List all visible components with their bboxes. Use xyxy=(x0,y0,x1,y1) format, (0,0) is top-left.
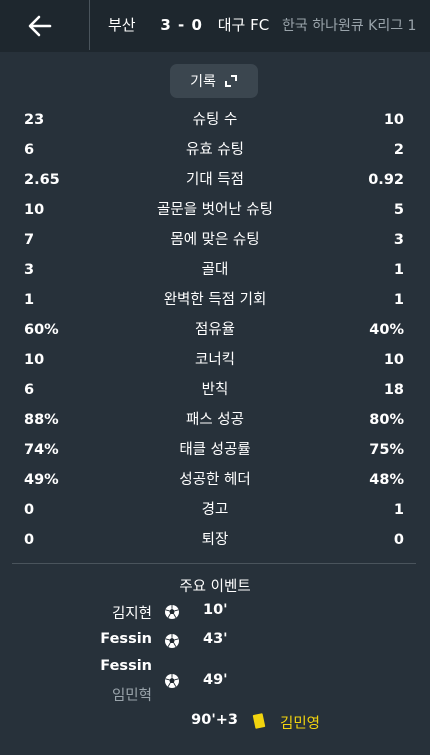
yellow-card-icon xyxy=(252,713,266,729)
goal-minute: 43' xyxy=(203,631,228,647)
stat-row: 23 슈팅 수 10 xyxy=(0,105,430,135)
stat-away-value: 18 xyxy=(383,382,404,398)
goal-minute: 10' xyxy=(203,602,228,618)
league-name: 한국 하나원큐 K리그 1 xyxy=(281,18,417,34)
stat-label: 코너킥 xyxy=(194,352,236,368)
stat-row: 49% 성공한 헤더 48% xyxy=(0,465,430,495)
goal-scorer: 김지현 xyxy=(111,606,152,622)
stat-row: 6 유효 슈팅 2 xyxy=(0,135,430,165)
stat-away-value: 3 xyxy=(393,232,404,248)
goal-scorer: Fessin xyxy=(100,658,152,674)
stat-row: 0 경고 1 xyxy=(0,495,430,525)
back-button[interactable] xyxy=(26,12,54,40)
stat-label: 유효 슈팅 xyxy=(186,142,244,158)
carded-player: 김민영 xyxy=(280,716,321,732)
stats-table: 23 슈팅 수 10 6 유효 슈팅 2 2.65 기대 득점 0.92 10 골문을 벗어난… xyxy=(0,105,430,555)
stat-away-value: 0.92 xyxy=(368,172,404,188)
stat-away-value: 75% xyxy=(369,442,404,458)
stat-label: 기대 득점 xyxy=(186,172,244,188)
events-title: 주요 이벤트 xyxy=(179,579,251,595)
match-score: 3 - 0 xyxy=(160,16,203,34)
match-summary: 부산 3 - 0 대구 FC 한국 하나원큐 K리그 1 xyxy=(108,16,416,35)
stat-away-value: 10 xyxy=(383,352,404,368)
stat-label: 골문을 벗어난 슈팅 xyxy=(157,202,273,218)
home-team-name: 부산 xyxy=(108,16,136,34)
stat-label: 퇴장 xyxy=(201,532,229,548)
goal-minute: 49' xyxy=(203,672,228,688)
stat-label: 패스 성공 xyxy=(186,412,244,428)
stat-label: 성공한 헤더 xyxy=(179,472,251,488)
stat-away-value: 80% xyxy=(369,412,404,428)
stat-away-value: 1 xyxy=(393,262,404,278)
stat-row: 60% 점유율 40% xyxy=(0,315,430,345)
stat-label: 경고 xyxy=(201,502,229,518)
stat-label: 점유율 xyxy=(194,322,236,338)
stat-away-value: 0 xyxy=(393,532,404,548)
stat-away-value: 1 xyxy=(393,292,404,308)
stat-row: 0 퇴장 0 xyxy=(0,525,430,555)
stat-away-value: 2 xyxy=(393,142,404,158)
stat-away-value: 5 xyxy=(393,202,404,218)
stat-row: 10 골문을 벗어난 슈팅 5 xyxy=(0,195,430,225)
stats-panel: 기록 23 슈팅 수 10 6 유효 슈팅 2 2.65 기대 득점 0.92 10 골문을 … xyxy=(0,52,430,755)
soccer-ball-icon xyxy=(165,634,179,648)
stat-row: 7 몸에 맞은 슈팅 3 xyxy=(0,225,430,255)
stat-label: 반칙 xyxy=(201,382,229,398)
expand-icon xyxy=(224,75,237,87)
stat-row: 74% 태클 성공률 75% xyxy=(0,435,430,465)
stat-away-value: 1 xyxy=(393,502,404,518)
back-arrow-icon xyxy=(28,15,52,37)
section-divider xyxy=(12,563,416,564)
stat-row: 1 완벽한 득점 기회 1 xyxy=(0,285,430,315)
stat-away-value: 48% xyxy=(369,472,404,488)
soccer-ball-icon xyxy=(165,605,179,619)
stat-away-value: 40% xyxy=(369,322,404,338)
stat-row: 6 반칙 18 xyxy=(0,375,430,405)
card-minute: 90'+3 xyxy=(191,712,238,728)
stat-label: 골대 xyxy=(201,262,229,278)
stat-row: 10 코너킥 10 xyxy=(0,345,430,375)
stat-row: 88% 패스 성공 80% xyxy=(0,405,430,435)
record-button[interactable]: 기록 xyxy=(170,64,258,98)
record-button-label: 기록 xyxy=(190,74,216,90)
stat-row: 2.65 기대 득점 0.92 xyxy=(0,165,430,195)
stat-label: 완벽한 득점 기회 xyxy=(163,292,267,308)
stat-row: 3 골대 1 xyxy=(0,255,430,285)
goal-assist: 임민혁 xyxy=(111,688,152,704)
stat-away-value: 10 xyxy=(383,112,404,128)
goal-scorer: Fessin xyxy=(100,631,152,647)
header-divider xyxy=(89,0,90,50)
stat-label: 몸에 맞은 슈팅 xyxy=(170,232,260,248)
stat-label: 슈팅 수 xyxy=(192,112,238,128)
away-team-name: 대구 FC xyxy=(217,16,270,34)
stat-label: 태클 성공률 xyxy=(179,442,251,458)
top-bar: 부산 3 - 0 대구 FC 한국 하나원큐 K리그 1 xyxy=(0,0,430,52)
soccer-ball-icon xyxy=(165,674,179,688)
